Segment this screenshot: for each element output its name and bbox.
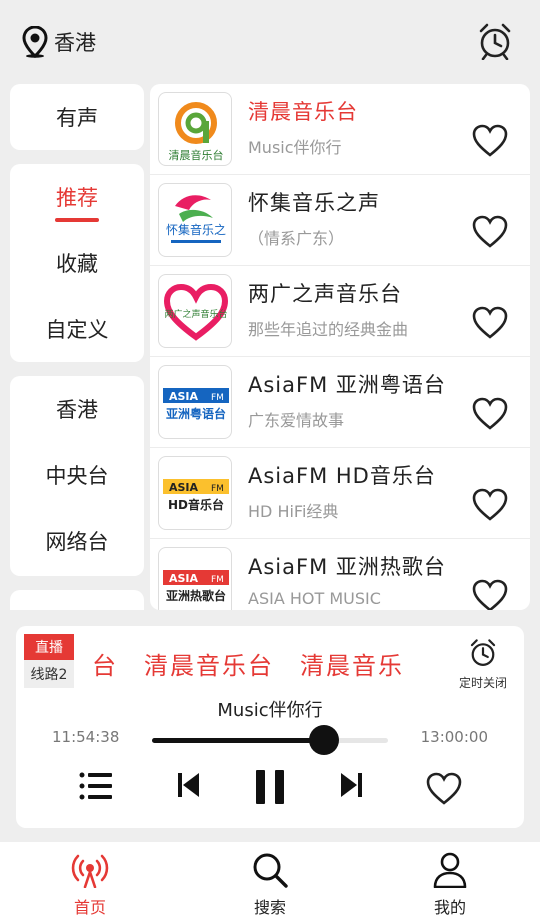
location-pin-icon <box>22 26 48 58</box>
station-subtitle: ASIA HOT MUSIC <box>248 589 381 608</box>
sidebar-item-network[interactable]: 网络台 <box>10 508 144 574</box>
now-playing-panel: 直播 线路2 台 清晨音乐台 清晨音乐 定时关闭 Music伴你行 11:54:… <box>16 626 524 828</box>
heart-icon[interactable] <box>472 306 508 340</box>
sidebar-item-hongkong[interactable]: 香港 <box>10 376 144 442</box>
now-playing-subtitle: Music伴你行 <box>217 700 323 721</box>
tab-search-label: 搜索 <box>253 898 286 917</box>
svg-text:ASIA: ASIA <box>169 572 199 585</box>
progress-knob[interactable] <box>309 725 340 755</box>
station-logo: 怀集音乐之 <box>158 183 232 257</box>
playlist-icon[interactable] <box>78 770 114 802</box>
station-subtitle: 广东爱情故事 <box>248 411 345 430</box>
location-label: 香港 <box>54 31 96 55</box>
svg-text:FM: FM <box>211 393 224 403</box>
location-selector[interactable]: 香港 <box>22 26 96 58</box>
sidebar-item-recommend[interactable]: 推荐 <box>10 164 144 230</box>
station-logo-graphic: 清晨音乐台 <box>169 102 224 162</box>
sidebar-item-central[interactable]: 中央台 <box>10 442 144 508</box>
end-time: 13:00:00 <box>420 728 488 746</box>
tab-home[interactable]: 首页 <box>45 852 135 918</box>
station-logo: ASIA FM HD音乐台 <box>158 456 232 530</box>
station-name: 清晨音乐台 <box>248 100 358 124</box>
user-icon <box>433 852 467 889</box>
station-logo-graphic: ASIA FM HD音乐台 <box>163 479 229 512</box>
tab-mine[interactable]: 我的 <box>405 852 495 918</box>
station-logo-text: HD音乐台 <box>168 497 224 512</box>
heart-icon[interactable] <box>472 397 508 431</box>
sleep-timer-label: 定时关闭 <box>458 676 507 690</box>
svg-text:FM: FM <box>211 484 224 494</box>
alarm-clock-icon <box>470 639 496 666</box>
station-name: 怀集音乐之声 <box>248 191 380 215</box>
progress-slider[interactable] <box>152 725 388 755</box>
station-logo: ASIA FM 亚洲热歌台 <box>158 547 232 610</box>
now-playing-marquee: 台 清晨音乐台 清晨音乐 <box>92 646 440 678</box>
station-row[interactable]: 怀集音乐之 怀集音乐之声 （情系广东） <box>150 175 530 266</box>
heart-icon[interactable] <box>426 772 462 806</box>
station-subtitle: （情系广东） <box>248 229 345 248</box>
station-row[interactable]: ASIA FM 亚洲热歌台 AsiaFM 亚洲热歌台 ASIA HOT MUSI… <box>150 539 530 610</box>
marquee-text: 台 清晨音乐台 清晨音乐 <box>92 652 404 678</box>
station-list[interactable]: 清晨音乐台 清晨音乐台 Music伴你行 怀集音乐之 怀集音乐之声 （情系广东）… <box>150 84 530 610</box>
search-icon <box>253 853 288 888</box>
svg-text:FM: FM <box>211 575 224 585</box>
heart-icon[interactable] <box>472 488 508 522</box>
station-logo: ASIA FM 亚洲粤语台 <box>158 365 232 439</box>
station-row[interactable]: 两广之声音乐台 两广之声音乐台 那些年追过的经典金曲 <box>150 266 530 357</box>
station-logo-text: 亚洲粤语台 <box>166 406 226 421</box>
station-subtitle: Music伴你行 <box>248 138 342 157</box>
tab-home-label: 首页 <box>73 898 106 917</box>
sleep-timer-button[interactable]: 定时关闭 <box>450 638 516 691</box>
line-selector[interactable]: 线路2 <box>24 660 74 688</box>
heart-icon[interactable] <box>472 579 508 610</box>
station-logo-graphic: 怀集音乐之 <box>166 195 226 243</box>
sidebar-group-regions: 香港 中央台 网络台 <box>10 376 144 576</box>
pause-icon[interactable] <box>254 768 286 806</box>
current-time: 11:54:38 <box>52 728 120 746</box>
station-logo-graphic: 两广之声音乐台 <box>163 283 229 341</box>
station-logo-graphic: ASIA FM 亚洲粤语台 <box>163 388 229 421</box>
top-bar: 香港 <box>0 0 540 84</box>
station-row[interactable]: ASIA FM HD音乐台 AsiaFM HD音乐台 HD HiFi经典 <box>150 448 530 539</box>
station-subtitle: HD HiFi经典 <box>248 502 339 521</box>
live-badge: 直播 <box>24 634 74 660</box>
tab-mine-label: 我的 <box>433 898 466 917</box>
station-subtitle: 那些年追过的经典金曲 <box>248 320 409 339</box>
station-logo-text: 两广之声音乐台 <box>164 308 227 320</box>
radio-broadcast-icon <box>71 854 109 889</box>
skip-next-icon[interactable] <box>338 770 364 800</box>
tab-search[interactable]: 搜索 <box>225 852 315 918</box>
sidebar-group-audio: 有声 <box>10 84 144 150</box>
station-name: AsiaFM HD音乐台 <box>248 464 436 488</box>
bottom-nav: 首页 搜索 我的 <box>0 842 540 924</box>
sidebar-group-main: 推荐 收藏 自定义 <box>10 164 144 362</box>
progress-fill <box>152 738 325 743</box>
station-logo-text: 怀集音乐之 <box>166 222 226 237</box>
heart-icon[interactable] <box>472 215 508 249</box>
sidebar-group-more[interactable] <box>10 590 144 610</box>
station-row[interactable]: 清晨音乐台 清晨音乐台 Music伴你行 <box>150 84 530 175</box>
station-logo: 清晨音乐台 <box>158 92 232 166</box>
station-name: AsiaFM 亚洲粤语台 <box>248 373 446 397</box>
station-name: AsiaFM 亚洲热歌台 <box>248 555 446 579</box>
station-logo-text: 清晨音乐台 <box>169 148 224 162</box>
station-name: 两广之声音乐台 <box>248 282 402 306</box>
svg-text:ASIA: ASIA <box>169 390 199 403</box>
heart-icon[interactable] <box>472 124 508 158</box>
sidebar-item-custom[interactable]: 自定义 <box>10 296 144 362</box>
station-row[interactable]: ASIA FM 亚洲粤语台 AsiaFM 亚洲粤语台 广东爱情故事 <box>150 357 530 448</box>
sidebar-item-audio[interactable]: 有声 <box>10 84 144 150</box>
sidebar-item-favorites[interactable]: 收藏 <box>10 230 144 296</box>
alarm-clock-icon[interactable] <box>476 22 514 60</box>
svg-text:ASIA: ASIA <box>169 481 199 494</box>
station-logo: 两广之声音乐台 <box>158 274 232 348</box>
station-logo-text: 亚洲热歌台 <box>166 588 226 603</box>
skip-previous-icon[interactable] <box>176 770 202 800</box>
station-logo-graphic: ASIA FM 亚洲热歌台 <box>163 570 229 603</box>
